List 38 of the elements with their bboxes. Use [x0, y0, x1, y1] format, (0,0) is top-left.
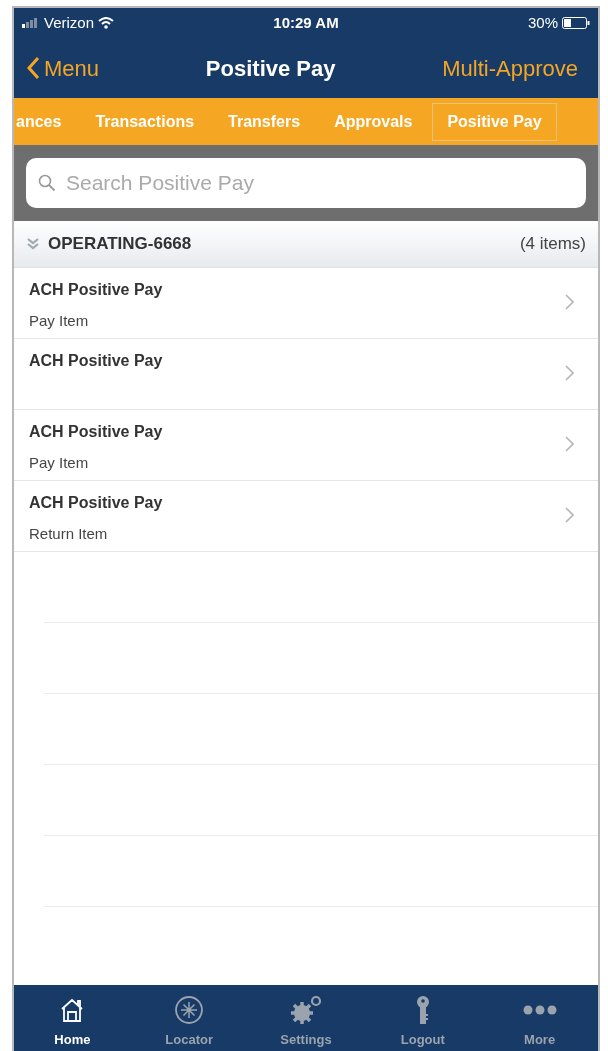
- chevron-right-icon: [565, 507, 574, 523]
- account-name: OPERATING-6668: [48, 233, 193, 256]
- chevron-right-icon: [565, 365, 574, 381]
- tab-bar-item[interactable]: Locator: [130, 985, 248, 1051]
- item-title: ACH Positive Pay: [29, 351, 164, 371]
- item-title: ACH Positive Pay: [29, 493, 164, 513]
- item-subtitle: Pay Item: [29, 311, 90, 331]
- tab-bar-item[interactable]: Settings: [247, 985, 365, 1051]
- clock-time: 10:29 AM: [273, 12, 339, 33]
- list-row[interactable]: ACH Positive Pay Pay Item: [14, 410, 598, 481]
- gears-icon: [289, 994, 323, 1025]
- item-subtitle: Pay Item: [29, 453, 90, 473]
- wifi-icon: [98, 17, 115, 29]
- more-icon: [522, 1004, 557, 1015]
- page-title: Positive Pay: [204, 54, 337, 83]
- list-row[interactable]: ACH Positive Pay: [14, 339, 598, 410]
- list-row[interactable]: ACH Positive Pay Pay Item: [14, 268, 598, 339]
- search-field[interactable]: Search Positive Pay: [26, 158, 586, 208]
- item-title: ACH Positive Pay: [29, 422, 164, 442]
- battery-percent: 30%: [527, 12, 558, 33]
- battery-icon: [562, 17, 590, 29]
- list-row[interactable]: ACH Positive Pay Return Item: [14, 481, 598, 552]
- back-button[interactable]: Menu: [26, 51, 100, 85]
- tab-bar-item[interactable]: More: [481, 985, 598, 1051]
- compass-icon: [174, 994, 205, 1025]
- back-chevron-icon: [26, 56, 40, 80]
- item-count: (4 items): [519, 233, 586, 256]
- multi-approve-button[interactable]: Multi-Approve: [442, 51, 586, 85]
- tab-bar-item[interactable]: Logout: [364, 985, 482, 1051]
- signal-icon: [22, 18, 40, 28]
- key-icon: [414, 994, 431, 1025]
- chevron-right-icon: [565, 294, 574, 310]
- tab-bar-item[interactable]: Home: [14, 985, 131, 1051]
- search-icon: [38, 174, 56, 192]
- carrier-name: Verizon: [44, 12, 95, 33]
- chevron-right-icon: [565, 436, 574, 452]
- item-title: ACH Positive Pay: [29, 280, 164, 300]
- item-subtitle: Return Item: [29, 524, 109, 544]
